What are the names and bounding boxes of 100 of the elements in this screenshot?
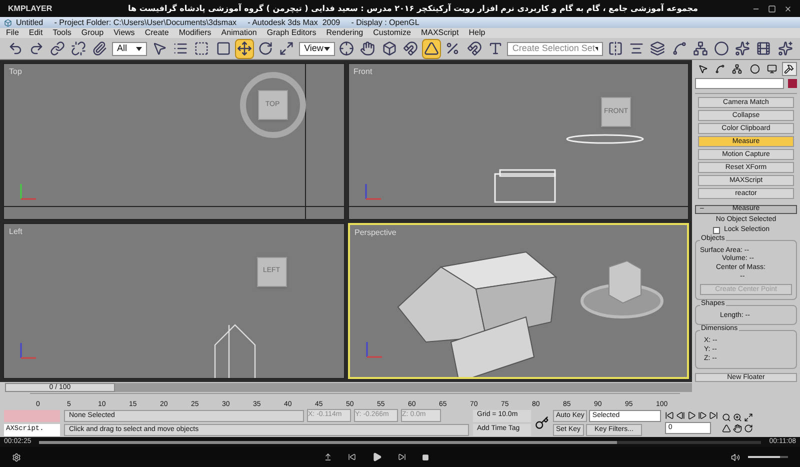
- undo-icon: [8, 41, 23, 56]
- redo-icon: [28, 41, 44, 56]
- curve-icon: [672, 41, 687, 56]
- dropdown[interactable]: Create Selection Set: [507, 42, 604, 56]
- orbit-icon[interactable]: [744, 424, 754, 432]
- window-title: Untitled - Project Folder: C:\Users\User\Documents\3dsmax - Autodesk 3ds Max 2009 - Display : OpenGL: [16, 18, 420, 26]
- tool-button[interactable]: [648, 38, 667, 58]
- seek-bar[interactable]: [39, 440, 762, 444]
- triangle-icon[interactable]: [722, 424, 732, 432]
- layers-icon: [650, 41, 666, 56]
- tool-button[interactable]: [358, 38, 377, 58]
- menu-item[interactable]: Help: [468, 29, 486, 37]
- axis-tripod-icon: [364, 339, 384, 359]
- menu-item[interactable]: Customize: [373, 29, 411, 37]
- rotate-icon: [258, 41, 274, 56]
- tool-button[interactable]: [691, 38, 710, 58]
- align-icon: [629, 41, 644, 56]
- paperclip-icon: [92, 41, 108, 56]
- color-swatch[interactable]: [788, 79, 797, 88]
- menu-item[interactable]: Animation: [221, 29, 257, 37]
- maximize-icon[interactable]: [744, 412, 754, 422]
- percent-icon: [445, 41, 460, 56]
- text-icon: [488, 41, 503, 56]
- menu-item[interactable]: MAXScript: [420, 29, 459, 37]
- panel-tab[interactable]: [782, 62, 797, 76]
- hierarchy-icon: [732, 64, 742, 74]
- menu-item[interactable]: File: [6, 29, 19, 37]
- tool-button[interactable]: [464, 38, 484, 58]
- curve-icon: [714, 64, 725, 74]
- menu-item[interactable]: Graph Editors: [266, 29, 316, 37]
- dropdown[interactable]: All: [112, 42, 148, 56]
- viewport-label: Front: [354, 66, 372, 78]
- key-icon[interactable]: [535, 416, 549, 430]
- maximize-icon[interactable]: [768, 4, 776, 12]
- next-icon[interactable]: [398, 453, 406, 461]
- menu-item[interactable]: Modifiers: [178, 29, 212, 37]
- stop-icon[interactable]: [422, 454, 428, 460]
- menu-item[interactable]: Rendering: [326, 29, 364, 37]
- tool-button[interactable]: [734, 38, 752, 58]
- caret-icon: [594, 46, 598, 50]
- viewport-label: Top: [9, 66, 22, 78]
- checkbox[interactable]: [713, 226, 720, 234]
- hammer-icon: [784, 64, 794, 74]
- player-brand: KMPLAYER: [8, 2, 54, 14]
- tool-button[interactable]: [338, 38, 356, 58]
- house-outline-drawing: [214, 324, 256, 378]
- list-icon: [173, 41, 188, 56]
- name-field[interactable]: [695, 78, 784, 89]
- eject-icon[interactable]: [324, 453, 332, 461]
- film-icon: [756, 41, 772, 56]
- zoom-in-icon[interactable]: [733, 412, 742, 422]
- player-title: مجموعه آموزشی جامع ، گام به گام و کاربردی نرم افزار رویت آرکیتکچر ۲۰۱۶ مدرس : سعید فدایی ( تیچرمن ) گروه آموزشی پادشاه گرافیست ها: [128, 2, 698, 14]
- hand-icon: [360, 41, 376, 56]
- caret-icon: [136, 46, 142, 50]
- settings-icon[interactable]: [12, 452, 21, 462]
- volume-slider[interactable]: [748, 454, 788, 460]
- scale-icon: [279, 41, 294, 56]
- close-icon[interactable]: [784, 4, 792, 12]
- menu-item[interactable]: Tools: [52, 29, 72, 37]
- previous-icon[interactable]: [348, 453, 356, 461]
- tool-button[interactable]: [422, 38, 441, 58]
- mirror-icon: [608, 41, 623, 56]
- triangle-icon: [424, 41, 440, 56]
- tool-button[interactable]: [70, 38, 88, 58]
- magnet-icon: [466, 41, 482, 56]
- circle-icon: [750, 64, 760, 74]
- viewport-label: Perspective: [354, 226, 396, 238]
- tool-button[interactable]: [712, 38, 731, 58]
- menu-item[interactable]: Views: [114, 29, 135, 37]
- link-icon: [50, 41, 65, 56]
- monitor-icon: [767, 64, 778, 74]
- tool-button[interactable]: [776, 38, 794, 58]
- tool-button[interactable]: [401, 38, 420, 58]
- tool-button[interactable]: [235, 38, 254, 58]
- hand-icon[interactable]: [733, 424, 742, 432]
- crosshair-icon: [339, 41, 354, 56]
- menu-item[interactable]: Edit: [28, 29, 43, 37]
- move-icon: [236, 41, 252, 56]
- menu-item[interactable]: Group: [81, 29, 104, 37]
- pointer-icon: [152, 41, 168, 56]
- next-frame-icon[interactable]: [698, 411, 708, 420]
- axis-tripod-icon: [18, 340, 38, 360]
- caret-icon: [324, 46, 330, 50]
- pointer-icon: [698, 64, 708, 74]
- tool-button[interactable]: [48, 38, 67, 58]
- dropdown[interactable]: View: [299, 42, 335, 56]
- menu-item[interactable]: Create: [144, 29, 169, 37]
- magnet-icon: [402, 41, 418, 56]
- dashed-square-icon: [194, 41, 210, 56]
- previous-frame-icon[interactable]: [676, 411, 686, 420]
- square-icon: [216, 41, 231, 56]
- network-icon: [692, 41, 708, 56]
- go-to-end-icon[interactable]: [709, 411, 718, 420]
- zoom-icon[interactable]: [722, 412, 732, 422]
- app-icon: [4, 18, 12, 26]
- volume-icon[interactable]: [731, 452, 740, 462]
- viewport-label: Left: [9, 226, 22, 238]
- cube-icon: [382, 41, 397, 56]
- play-icon[interactable]: [687, 411, 696, 420]
- go-to-start-icon[interactable]: [665, 411, 674, 420]
